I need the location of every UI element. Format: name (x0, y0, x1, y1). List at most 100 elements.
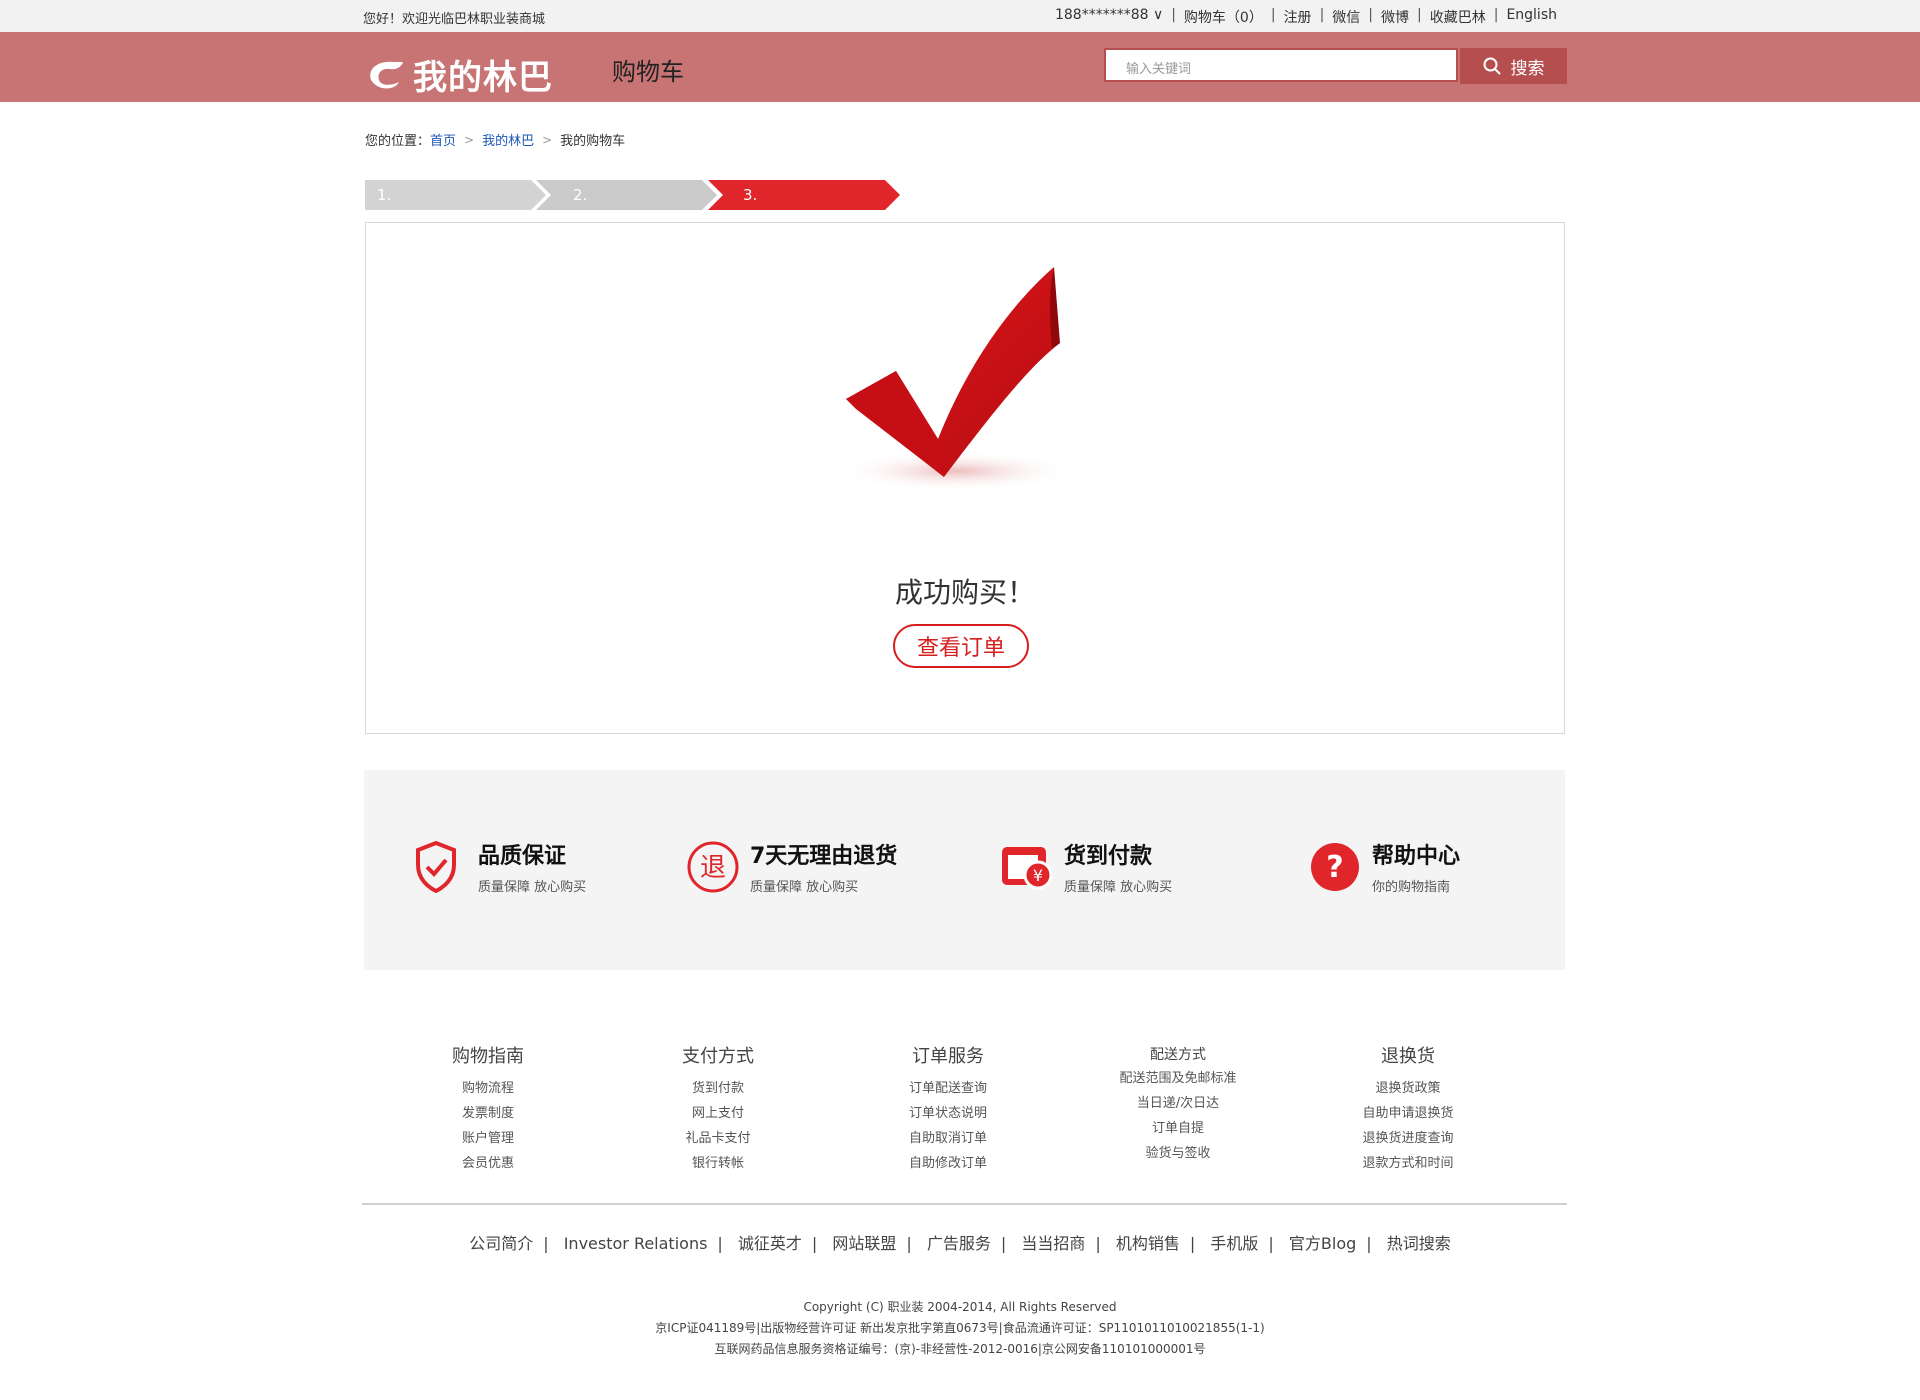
search-icon (1483, 57, 1501, 75)
feature-subtitle: 质量保障 放心购买 (478, 880, 587, 895)
question-icon: ? (1311, 842, 1359, 891)
success-message: 成功购买！ (894, 576, 1035, 609)
cart-link[interactable]: 购物车（0） (1176, 7, 1271, 27)
feature-quality[interactable]: 品质保证 质量保障 放心购买 (414, 838, 586, 895)
footer-link[interactable]: 货到付款 (618, 1076, 818, 1101)
feature-subtitle: 你的购物指南 (1372, 880, 1451, 895)
search-input[interactable]: 输入关键词 (1104, 48, 1458, 82)
copyright-line: Copyright (C) 职业装 2004-2014, All Rights … (803, 1300, 1117, 1314)
feature-subtitle: 质量保障 放心购买 (1064, 880, 1173, 895)
footer-link-investor[interactable]: Investor Relations (564, 1234, 708, 1253)
footer-link[interactable]: 订单自提 (1078, 1116, 1278, 1141)
footer-link[interactable]: 自助修改订单 (848, 1151, 1048, 1176)
service-features: 品质保证 质量保障 放心购买 退 7天无理由退货 质量保障 放心购买 ¥ 货到付 (364, 770, 1565, 970)
footer-link-ads[interactable]: 广告服务 (927, 1234, 991, 1253)
footer-link-merchants[interactable]: 当当招商 (1021, 1234, 1085, 1253)
shield-check-icon (416, 840, 456, 893)
header: 我的林巴 购物车 (0, 32, 1920, 102)
wallet-yen-icon: ¥ (1002, 846, 1052, 889)
footer-link[interactable]: 购物流程 (388, 1076, 588, 1101)
license-line: 京ICP证041189号|出版物经营许可证 新出发京批字第直0673号|食品流通… (655, 1321, 1265, 1335)
footer-link[interactable]: 自助取消订单 (848, 1126, 1048, 1151)
footer-link[interactable]: 退换货政策 (1308, 1076, 1508, 1101)
footer-column-title: 退换货 (1381, 1046, 1435, 1067)
account-menu[interactable]: 188*******88 ∨ (1047, 7, 1171, 27)
feature-subtitle: 质量保障 放心购买 (750, 880, 859, 895)
breadcrumb-label: 您的位置： (365, 134, 431, 149)
top-bar: 您好！欢迎光临巴林职业装商城 188*******88 ∨ | 购物车（0） | 注… (0, 0, 1920, 32)
weibo-link[interactable]: 微博 (1373, 7, 1417, 27)
chevron-right-icon: > (542, 132, 553, 147)
footer-column-guide: 购物指南 购物流程 发票制度 账户管理 会员优惠 (388, 1042, 588, 1176)
chevron-right-icon: > (464, 132, 475, 147)
footer-divider (362, 1203, 1567, 1205)
license-line: 互联网药品信息服务资格证编号：(京)-非经营性-2012-0016|京公网安备1… (714, 1342, 1206, 1356)
footer-link[interactable]: 退款方式和时间 (1308, 1151, 1508, 1176)
footer-link[interactable]: 退换货进度查询 (1308, 1126, 1508, 1151)
feature-title: 帮助中心 (1372, 844, 1461, 869)
feature-title: 品质保证 (478, 844, 567, 869)
footer-link-hot-search[interactable]: 热词搜索 (1387, 1234, 1451, 1253)
wechat-link[interactable]: 微信 (1324, 7, 1368, 27)
return-icon: 退 (687, 841, 739, 892)
feature-title: 货到付款 (1064, 844, 1153, 869)
svg-text:?: ? (1326, 850, 1343, 885)
footer-link[interactable]: 会员优惠 (388, 1151, 588, 1176)
page-title: 购物车 (612, 58, 684, 86)
success-panel: 成功购买！ 查看订单 (365, 222, 1565, 734)
breadcrumb: 您的位置： 首页 > 我的林巴 > 我的购物车 (365, 130, 626, 150)
footer-column-title: 配送方式 (1150, 1047, 1206, 1063)
success-check-icon (836, 267, 1076, 491)
search-button[interactable]: 搜索 (1460, 48, 1567, 84)
feature-return[interactable]: 退 7天无理由退货 质量保障 放心购买 (686, 838, 897, 895)
footer-column-title: 购物指南 (452, 1046, 524, 1067)
footer-link[interactable]: 当日递/次日达 (1078, 1091, 1278, 1116)
view-order-button[interactable]: 查看订单 (893, 624, 1029, 668)
welcome-text: 您好！欢迎光临巴林职业装商城 (363, 12, 546, 27)
footer-link-mobile[interactable]: 手机版 (1210, 1234, 1258, 1253)
breadcrumb-my-lingba[interactable]: 我的林巴 (482, 130, 534, 149)
step-3: 3.成功提交订单 (743, 186, 759, 384)
svg-text:¥: ¥ (1033, 866, 1043, 885)
footer-link[interactable]: 自助申请退换货 (1308, 1101, 1508, 1126)
step-2: 2.确认订单信息 (573, 186, 589, 384)
steps-arrows (365, 180, 900, 210)
footer-link[interactable]: 网上支付 (618, 1101, 818, 1126)
step-1: 1.查看购物车 (377, 186, 393, 354)
footer-column-orders: 订单服务 订单配送查询 订单状态说明 自助取消订单 自助修改订单 (848, 1042, 1048, 1176)
footer-column-title: 支付方式 (682, 1046, 754, 1067)
feature-help[interactable]: ? 帮助中心 你的购物指南 (1310, 838, 1460, 895)
breadcrumb-home[interactable]: 首页 (430, 130, 456, 149)
footer-link-about[interactable]: 公司简介 (469, 1234, 533, 1253)
footer-column-delivery: 配送方式 配送范围及免邮标准 当日递/次日达 订单自提 验货与签收 (1078, 1044, 1278, 1166)
logo-text: 我的林巴 (413, 58, 553, 98)
logo-icon (370, 61, 403, 88)
footer-link[interactable]: 配送范围及免邮标准 (1078, 1066, 1278, 1091)
register-link[interactable]: 注册 (1276, 7, 1320, 27)
feature-title: 7天无理由退货 (750, 844, 898, 869)
footer-links: 公司简介 | Investor Relations | 诚征英才 | 网站联盟 | 广告… (469, 1234, 1451, 1253)
footer-column-title: 订单服务 (912, 1046, 984, 1067)
top-links: 188*******88 ∨ | 购物车（0） | 注册 | 微信 | 微博 | 收藏巴林… (1047, 7, 1565, 27)
search-button-label: 搜索 (1510, 58, 1545, 79)
logo[interactable]: 我的林巴 (365, 50, 553, 99)
english-link[interactable]: English (1498, 7, 1565, 27)
footer-link[interactable]: 发票制度 (388, 1101, 588, 1126)
footer-link[interactable]: 账户管理 (388, 1126, 588, 1151)
breadcrumb-current: 我的购物车 (560, 134, 626, 149)
page: 您好！欢迎光临巴林职业装商城 188*******88 ∨ | 购物车（0） | 注… (0, 0, 1920, 1400)
footer-link[interactable]: 订单配送查询 (848, 1076, 1048, 1101)
footer-column-returns: 退换货 退换货政策 自助申请退换货 退换货进度查询 退款方式和时间 (1308, 1042, 1508, 1176)
footer-column-payment: 支付方式 货到付款 网上支付 礼品卡支付 银行转帐 (618, 1042, 818, 1176)
footer-link[interactable]: 订单状态说明 (848, 1101, 1048, 1126)
bookmark-link[interactable]: 收藏巴林 (1422, 7, 1494, 27)
footer-link[interactable]: 礼品卡支付 (618, 1126, 818, 1151)
footer-link-affiliate[interactable]: 网站联盟 (832, 1234, 896, 1253)
svg-text:退: 退 (700, 853, 726, 883)
footer-link[interactable]: 验货与签收 (1078, 1141, 1278, 1166)
footer-link-institution[interactable]: 机构销售 (1116, 1234, 1180, 1253)
footer-link[interactable]: 银行转帐 (618, 1151, 818, 1176)
footer-link-blog[interactable]: 官方Blog (1289, 1234, 1356, 1253)
footer-link-careers[interactable]: 诚征英才 (738, 1234, 802, 1253)
feature-cod[interactable]: ¥ 货到付款 质量保障 放心购买 (1000, 838, 1172, 895)
